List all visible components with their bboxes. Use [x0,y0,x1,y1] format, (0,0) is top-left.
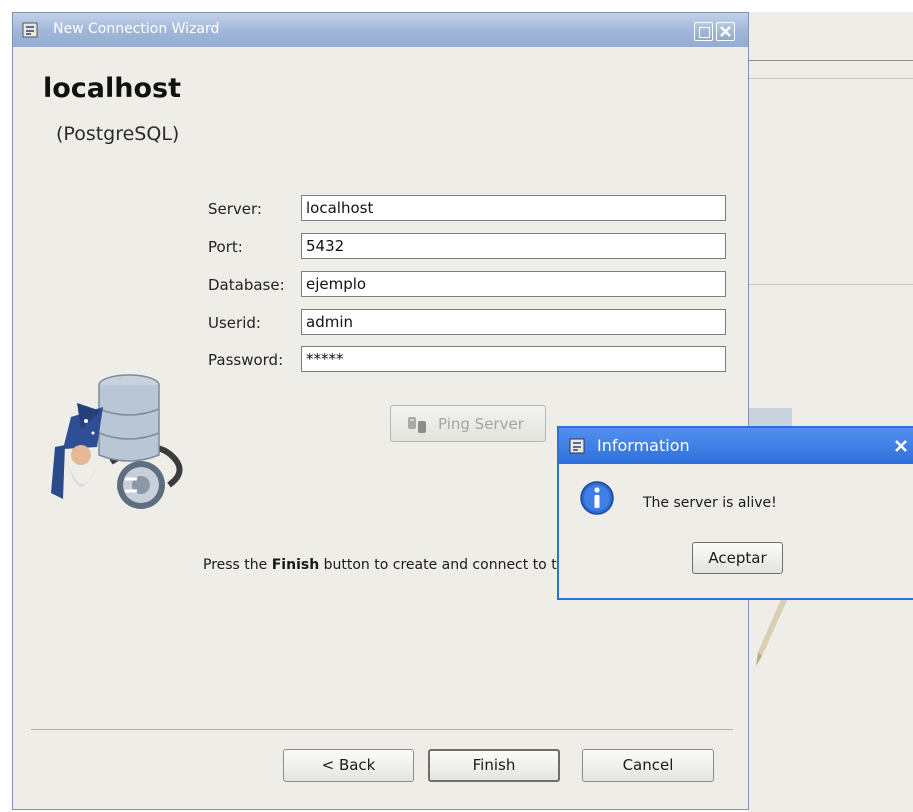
divider [748,60,913,61]
close-icon [720,26,731,37]
wizard-database-plug-icon [51,374,183,509]
background-window [748,12,913,812]
button-separator [31,729,733,730]
cancel-button[interactable]: Cancel [582,749,714,782]
close-button[interactable] [716,22,735,41]
database-input[interactable] [301,271,726,297]
database-label: Database: [208,276,285,294]
password-input[interactable] [301,346,726,372]
port-label: Port: [208,238,243,256]
database-window-icon [569,438,585,454]
window-title: New Connection Wizard [53,21,220,37]
dialog-title: Information [597,436,690,455]
ping-server-icon [408,417,426,433]
ping-server-label: Ping Server [438,415,524,433]
database-window-icon [22,22,38,38]
userid-input[interactable] [301,309,726,335]
divider [748,284,913,285]
password-label: Password: [208,351,284,369]
server-input[interactable] [301,195,726,221]
finish-text-before: Press the [203,557,272,573]
back-button[interactable]: < Back [283,749,414,782]
server-label: Server: [208,200,262,218]
maximize-button[interactable] [694,22,713,41]
new-connection-wizard-window: New Connection Wizard localhost (Postgre… [12,12,749,810]
dialog-message: The server is alive! [643,495,777,511]
close-icon[interactable] [893,438,909,454]
finish-text-bold: Finish [271,557,320,573]
aceptar-button[interactable]: Aceptar [692,542,783,574]
connection-type-label: (PostgreSQL) [56,123,180,145]
connection-name-heading: localhost [43,73,182,104]
info-icon [580,481,614,515]
window-titlebar[interactable]: New Connection Wizard [13,13,748,47]
divider [748,78,913,79]
ping-server-button[interactable]: Ping Server [390,405,546,442]
port-input[interactable] [301,233,726,259]
dialog-titlebar[interactable]: Information [559,428,913,464]
finish-button[interactable]: Finish [428,749,560,782]
information-dialog: Information The server is alive! Aceptar [557,426,913,600]
userid-label: Userid: [208,314,261,332]
